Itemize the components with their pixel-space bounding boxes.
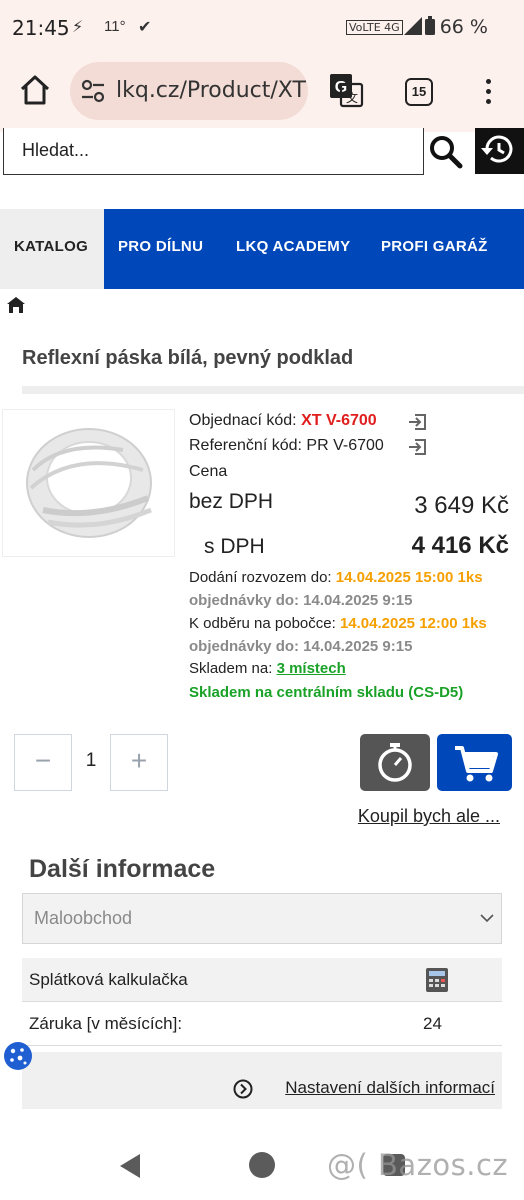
notification-icon: ⚡ [72, 17, 84, 36]
translate-icon[interactable]: G 文 [328, 72, 364, 108]
product-title: Reflexní páska bílá, pevný podklad [22, 347, 354, 369]
quantity-decrease-button[interactable]: − [14, 734, 72, 791]
search-icon[interactable] [428, 134, 464, 170]
table-row: Splátková kalkulačka [22, 958, 502, 1002]
copy-order-code-icon[interactable] [408, 412, 428, 432]
status-time: 21:45 [12, 16, 70, 40]
search-history-button[interactable] [475, 128, 524, 174]
reference-code-label: Referenční kód: [189, 437, 302, 454]
site-settings-icon[interactable] [80, 78, 106, 104]
pickup-order-deadline: objednávky do: 14.04.2025 9:15 [189, 638, 413, 655]
row-value: 24 [423, 1014, 442, 1033]
status-temperature: 11° [104, 18, 126, 35]
stock-locations-link[interactable]: 3 místech [277, 660, 346, 677]
row-label: Záruka [v měsících]: [29, 1014, 183, 1033]
add-to-cart-button[interactable] [437, 734, 512, 791]
status-bar: 21:45 ⚡ 11° ✔ VoLTE 4G 66 % [0, 0, 524, 56]
stock-label: Skladem na: [189, 660, 273, 677]
central-stock-status: Skladem na centrálním skladu (CS-D5) [189, 684, 464, 701]
calculator-icon[interactable] [425, 967, 449, 993]
main-navigation: KATALOG PRO DÍLNU LKQ ACADEMY PROFI GARÁ… [0, 209, 524, 289]
product-image[interactable] [2, 409, 175, 557]
nav-item-lkq-academy[interactable]: LKQ ACADEMY [236, 238, 350, 255]
cookie-settings-icon[interactable] [2, 1040, 34, 1072]
delivery-order-deadline: objednávky do: 14.04.2025 9:15 [189, 592, 413, 609]
divider [22, 386, 524, 394]
table-row: Záruka [v měsících]: 24 [22, 1002, 502, 1046]
info-table: Splátková kalkulačka Záruka [v měsících]… [22, 958, 502, 1046]
nav-item-profi-garaz[interactable]: PROFI GARÁŽ [381, 238, 488, 255]
search-input[interactable]: Hledat... [3, 128, 424, 175]
check-icon: ✔ [138, 17, 152, 36]
battery-level: 66 % [439, 16, 488, 38]
price-mode-select[interactable]: Maloobchod [22, 893, 502, 944]
price-excl-vat-label: bez DPH [189, 490, 274, 513]
quantity-input[interactable]: 1 [78, 750, 104, 772]
back-icon[interactable] [118, 1152, 144, 1180]
price-excl-vat: 3 649 Kč [414, 492, 509, 519]
more-info-settings-link[interactable]: Nastavení dalších informací [285, 1078, 495, 1098]
signal-icon [404, 17, 422, 35]
network-label: VoLTE 4G [346, 20, 403, 35]
delivery-label: Dodání rozvozem do: [189, 569, 332, 586]
buy-later-link[interactable]: Koupil bych ale ... [358, 806, 500, 827]
copy-reference-code-icon[interactable] [408, 437, 428, 457]
reference-code-line: Referenční kód: PR V-6700 [189, 437, 384, 455]
order-code: XT V-6700 [301, 412, 377, 429]
watch-button[interactable] [360, 734, 430, 791]
quantity-increase-button[interactable]: + [110, 734, 168, 791]
pickup-date: 14.04.2025 12:00 1ks [339, 615, 487, 632]
browser-toolbar: lkq.cz/Product/XT G 文 15 [0, 56, 524, 132]
nav-item-katalog[interactable]: KATALOG [0, 209, 104, 289]
search-placeholder: Hledat... [22, 140, 90, 160]
price-incl-vat-label: s DPH [204, 535, 265, 558]
arrow-circle-icon [233, 1079, 253, 1099]
reflective-tape-illustration [26, 428, 152, 538]
delivery-date: 14.04.2025 15:00 1ks [335, 569, 483, 586]
nav-item-pro-dilnu[interactable]: PRO DÍLNU [118, 238, 203, 255]
price-heading: Cena [189, 463, 228, 480]
order-code-label: Objednací kód: [189, 412, 297, 429]
svg-text:文: 文 [346, 90, 358, 105]
browser-menu-icon[interactable] [478, 76, 498, 108]
home-icon[interactable] [18, 73, 52, 107]
pickup-line: K odběru na pobočce: 14.04.2025 12:00 1k… [189, 615, 487, 632]
history-icon [481, 135, 513, 163]
delivery-line: Dodání rozvozem do: 14.04.2025 15:00 1ks [189, 569, 483, 586]
order-code-line: Objednací kód: XT V-6700 [189, 412, 377, 430]
price-incl-vat: 4 416 Kč [411, 532, 509, 559]
pickup-label: K odběru na pobočce: [189, 615, 336, 632]
watermark: @( Bazos.cz [327, 1148, 509, 1182]
battery-icon [425, 16, 435, 35]
row-label: Splátková kalkulačka [29, 970, 188, 989]
breadcrumb-home-icon[interactable] [6, 296, 26, 314]
chevron-down-icon [480, 914, 494, 923]
tab-switcher-button[interactable]: 15 [405, 78, 433, 106]
system-navigation-bar: @( Bazos.cz [0, 1130, 524, 1200]
url-text: lkq.cz/Product/XT [116, 78, 306, 103]
stock-line: Skladem na: 3 místech [189, 660, 346, 677]
nav-label: KATALOG [14, 238, 89, 255]
select-value: Maloobchod [34, 908, 133, 928]
address-bar[interactable]: lkq.cz/Product/XT [70, 62, 308, 120]
more-info-title: Další informace [29, 855, 216, 883]
stopwatch-icon [378, 743, 412, 782]
settings-bar: Nastavení dalších informací [22, 1052, 502, 1109]
reference-code: PR V-6700 [306, 437, 384, 454]
cart-icon [455, 746, 498, 782]
home-nav-button[interactable] [249, 1152, 275, 1178]
